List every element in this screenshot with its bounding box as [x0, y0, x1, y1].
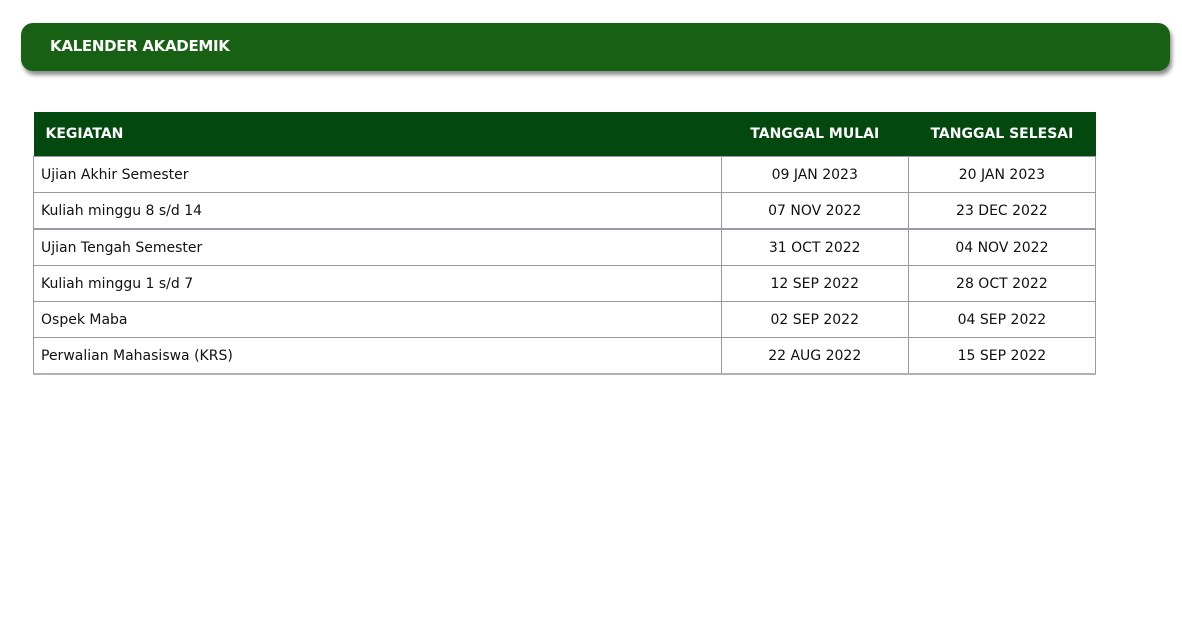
page-title: KALENDER AKADEMIK	[50, 37, 230, 55]
table-row: Ujian Tengah Semester 31 OCT 2022 04 NOV 2…	[33, 228, 1097, 266]
activity-cell: Kuliah minggu 8 s/d 14	[33, 192, 722, 230]
table-header-row: KEGIATAN TANGGAL MULAI TANGGAL SELESAI	[33, 112, 1096, 157]
end-date-cell: 28 OCT 2022	[907, 265, 1097, 302]
table-row: Perwalian Mahasiswa (KRS) 22 AUG 2022 15 S…	[33, 337, 1097, 375]
start-date-cell: 22 AUG 2022	[720, 337, 909, 375]
start-date-cell: 31 OCT 2022	[720, 228, 909, 266]
table-row: Ospek Maba 02 SEP 2022 04 SEP 2022	[33, 301, 1097, 338]
start-date-cell: 09 JAN 2023	[720, 156, 909, 193]
table-row: Kuliah minggu 8 s/d 14 07 NOV 2022 23 DEC …	[33, 192, 1097, 230]
table-row: Ujian Akhir Semester 09 JAN 2023 20 JAN 20…	[33, 156, 1097, 193]
end-date-cell: 04 SEP 2022	[907, 301, 1097, 338]
start-date-cell: 02 SEP 2022	[720, 301, 909, 338]
end-date-cell: 15 SEP 2022	[907, 337, 1097, 375]
column-header-tanggal-selesai: TANGGAL SELESAI	[908, 112, 1096, 157]
activity-cell: Ujian Akhir Semester	[33, 156, 722, 193]
table-row: Kuliah minggu 1 s/d 7 12 SEP 2022 28 OCT 2…	[33, 265, 1097, 302]
column-header-kegiatan: KEGIATAN	[33, 112, 722, 157]
activity-cell: Ospek Maba	[33, 301, 722, 338]
activity-cell: Kuliah minggu 1 s/d 7	[33, 265, 722, 302]
start-date-cell: 07 NOV 2022	[720, 192, 909, 230]
activity-cell: Perwalian Mahasiswa (KRS)	[33, 337, 722, 375]
column-header-tanggal-mulai: TANGGAL MULAI	[721, 112, 909, 157]
start-date-cell: 12 SEP 2022	[720, 265, 909, 302]
page-header-banner: KALENDER AKADEMIK	[21, 23, 1170, 71]
end-date-cell: 23 DEC 2022	[907, 192, 1097, 230]
academic-calendar-table: KEGIATAN TANGGAL MULAI TANGGAL SELESAI U…	[33, 112, 1097, 375]
end-date-cell: 04 NOV 2022	[907, 228, 1097, 266]
end-date-cell: 20 JAN 2023	[907, 156, 1097, 193]
activity-cell: Ujian Tengah Semester	[33, 228, 722, 266]
